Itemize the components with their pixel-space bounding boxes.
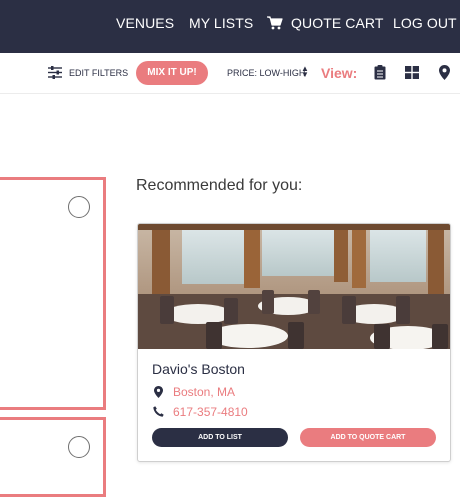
venue-phone-link[interactable]: 617-357-4810 (173, 405, 248, 419)
nav-link-log-out[interactable]: LOG OUT (393, 15, 457, 31)
edit-filters-button[interactable]: EDIT FILTERS (69, 68, 128, 78)
recommended-heading: Recommended for you: (136, 177, 303, 194)
clipboard-list-icon[interactable] (374, 65, 386, 80)
nav-link-venues[interactable]: VENUES (116, 15, 174, 31)
add-to-list-button[interactable]: ADD TO LIST (152, 428, 288, 447)
select-venue-checkbox[interactable] (68, 196, 90, 218)
select-venue-checkbox[interactable] (68, 436, 90, 458)
top-navigation: VENUES MY LISTS QUOTE CART LOG OUT (0, 0, 460, 53)
venue-card-partial[interactable] (0, 417, 106, 497)
mix-it-up-button[interactable]: MIX IT UP! (136, 61, 208, 85)
results-toolbar: EDIT FILTERS MIX IT UP! PRICE: LOW-HIGH … (0, 53, 460, 94)
nav-link-my-lists[interactable]: MY LISTS (189, 15, 253, 31)
location-pin-icon (154, 386, 163, 398)
view-label: View: (321, 65, 358, 81)
price-sort-select[interactable]: PRICE: LOW-HIGH (227, 68, 305, 78)
venue-photo[interactable] (138, 224, 450, 349)
venue-card-partial[interactable] (0, 177, 106, 410)
phone-icon (153, 406, 164, 417)
sliders-icon[interactable] (48, 66, 62, 79)
grid-icon[interactable] (405, 66, 419, 79)
map-pin-icon[interactable] (439, 65, 450, 80)
add-to-quote-cart-button[interactable]: ADD TO QUOTE CART (300, 428, 436, 447)
venue-location-link[interactable]: Boston, MA (173, 385, 235, 399)
cart-icon[interactable] (267, 16, 283, 30)
nav-link-quote-cart[interactable]: QUOTE CART (291, 15, 384, 31)
sort-arrows-icon[interactable]: ▲ ▼ (301, 65, 309, 79)
venue-name[interactable]: Davio's Boston (152, 361, 245, 377)
recommended-venue-card[interactable]: Davio's Boston Boston, MA 617-357-4810 A… (137, 223, 451, 462)
